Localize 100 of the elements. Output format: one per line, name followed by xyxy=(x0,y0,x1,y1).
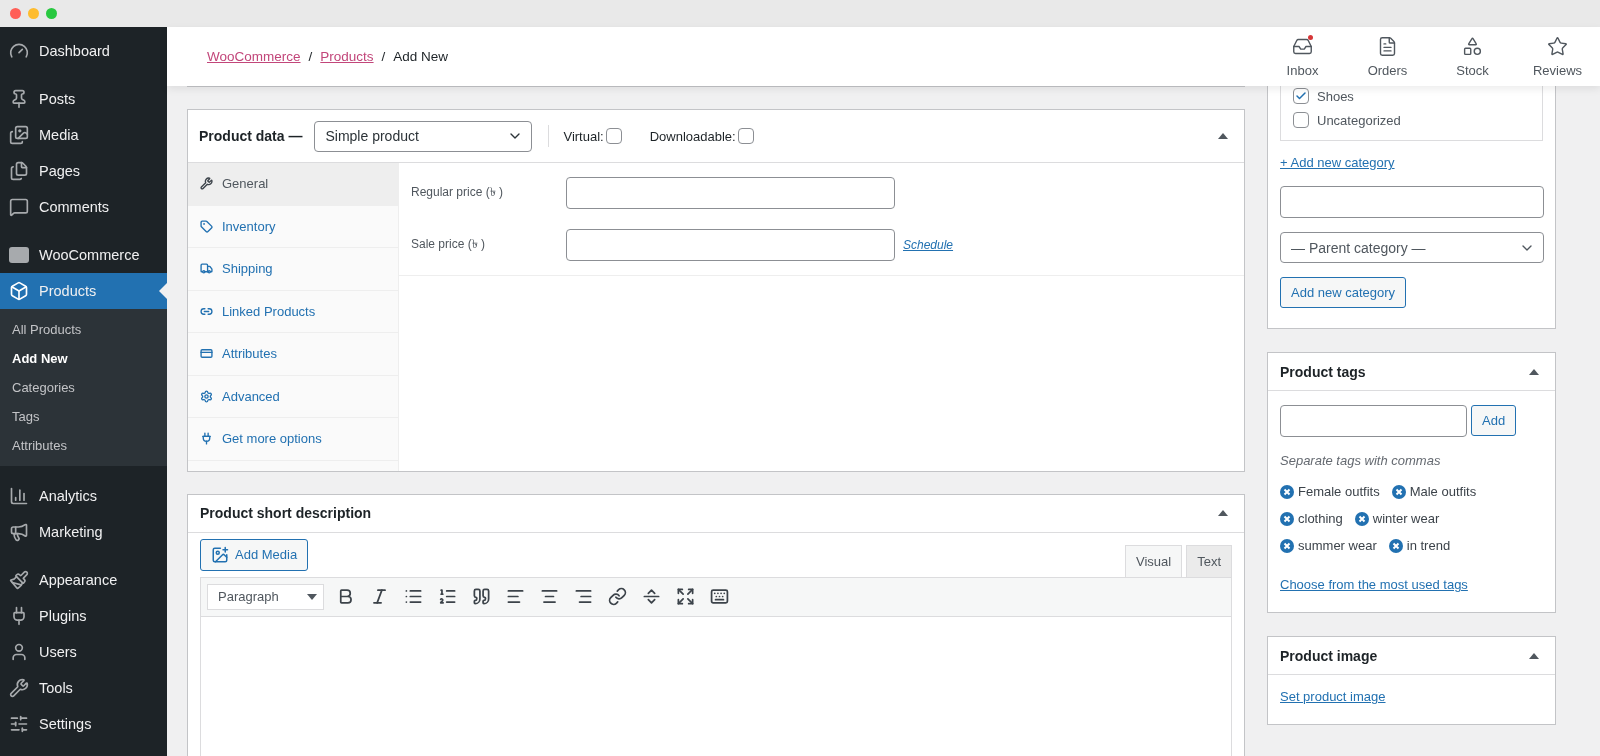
collapse-triangle-icon[interactable] xyxy=(1218,510,1228,516)
price-input[interactable] xyxy=(566,177,895,209)
schedule-link[interactable]: Schedule xyxy=(903,238,954,252)
product-data-tab[interactable]: Advanced xyxy=(188,375,398,418)
document-icon xyxy=(1377,35,1398,57)
pin-icon xyxy=(9,89,29,109)
product-data-tab[interactable]: Shipping xyxy=(188,248,398,291)
add-media-button[interactable]: Add Media xyxy=(200,538,309,571)
breadcrumb-current: Add New xyxy=(393,49,449,64)
hint-text: Separate tags with commas xyxy=(1280,453,1441,468)
parent-category-select[interactable]: — Parent category — xyxy=(1280,232,1544,263)
category-checkbox[interactable] xyxy=(1293,112,1309,128)
checkbox[interactable] xyxy=(605,128,622,144)
submenu-item[interactable]: Categories xyxy=(0,373,167,402)
add-tag-button[interactable]: Add xyxy=(1471,405,1517,436)
submenu-item[interactable]: Tags xyxy=(0,402,167,431)
sidebar-item[interactable]: Marketing xyxy=(0,514,167,550)
numbered-list-icon[interactable] xyxy=(438,587,457,606)
collapse-triangle-icon[interactable] xyxy=(1529,652,1539,659)
sidebar-item[interactable]: Appearance xyxy=(0,562,167,598)
align-right-icon[interactable] xyxy=(574,587,593,606)
remove-icon[interactable] xyxy=(1280,484,1294,499)
italic-icon[interactable] xyxy=(370,587,389,606)
truck-icon xyxy=(200,262,213,276)
media-icon xyxy=(9,125,29,145)
price-input[interactable] xyxy=(566,229,895,261)
check-icon xyxy=(1295,90,1307,102)
keyboard-icon[interactable] xyxy=(710,587,729,606)
tag-input[interactable] xyxy=(1280,405,1467,437)
sidebar-item[interactable]: Users xyxy=(0,634,167,670)
window-control-dot[interactable] xyxy=(28,8,39,19)
sidebar-item[interactable]: WooCommerce xyxy=(0,237,167,273)
remove-icon[interactable] xyxy=(1354,511,1369,526)
tag-icon xyxy=(200,219,213,233)
sidebar-item[interactable]: Posts xyxy=(0,81,167,117)
submenu-item[interactable]: Attributes xyxy=(0,431,167,460)
sidebar-item[interactable]: Products xyxy=(0,273,167,309)
fullscreen-icon[interactable] xyxy=(676,587,695,606)
plug-icon xyxy=(200,432,213,446)
quote-icon[interactable] xyxy=(472,587,491,606)
product-data-tab[interactable]: Linked Products xyxy=(188,290,398,333)
header-action-button[interactable]: Reviews xyxy=(1515,27,1600,86)
wrench-icon xyxy=(9,678,29,698)
sidebar-item[interactable]: Analytics xyxy=(0,478,167,514)
category-label: Uncategorized xyxy=(1317,112,1401,128)
window-control-dot[interactable] xyxy=(10,8,21,19)
field-label: Regular price (৳ ) xyxy=(411,184,505,201)
panel-title: Product short description xyxy=(200,505,372,521)
editor-tab[interactable]: Text xyxy=(1186,544,1232,577)
sidebar-item[interactable]: Comments xyxy=(0,189,167,225)
header-action-button[interactable]: Orders xyxy=(1345,27,1430,86)
checkbox[interactable] xyxy=(737,128,754,144)
sidebar-item[interactable]: Settings xyxy=(0,706,167,742)
wrench-icon xyxy=(200,177,213,191)
header-action-button[interactable]: Inbox xyxy=(1260,27,1345,86)
category-name-input[interactable] xyxy=(1280,186,1544,218)
most-used-tags-link[interactable]: Choose from the most used tags xyxy=(1280,577,1468,592)
collapse-triangle-icon[interactable] xyxy=(1218,133,1228,139)
tag-label: winter wear xyxy=(1372,511,1440,526)
sidebar-item[interactable]: Media xyxy=(0,117,167,153)
tag-label: summer wear xyxy=(1298,538,1377,553)
submenu-item[interactable]: Add New xyxy=(0,344,167,373)
category-checkbox[interactable] xyxy=(1293,88,1309,104)
product-data-tab[interactable]: Get more options xyxy=(188,418,398,461)
align-center-icon[interactable] xyxy=(540,587,559,606)
remove-icon[interactable] xyxy=(1280,538,1294,553)
pages-icon xyxy=(9,161,29,181)
product-type-select[interactable]: Simple product xyxy=(314,120,533,152)
read-more-icon[interactable] xyxy=(642,587,661,606)
sidebar-item[interactable]: Pages xyxy=(0,153,167,189)
breadcrumb-link[interactable]: WooCommerce xyxy=(207,49,301,64)
remove-icon[interactable] xyxy=(1391,484,1406,499)
collapse-triangle-icon[interactable] xyxy=(1529,368,1539,375)
submenu-item[interactable]: All Products xyxy=(0,315,167,344)
product-data-tab[interactable]: Inventory xyxy=(188,205,398,248)
tag-label: Male outfits xyxy=(1409,484,1477,499)
shapes-icon xyxy=(1462,35,1483,57)
product-data-tab[interactable]: General xyxy=(188,163,398,206)
add-category-link[interactable]: + Add new category xyxy=(1280,155,1395,170)
breadcrumb-link[interactable]: Products xyxy=(320,49,374,64)
star-icon xyxy=(1547,35,1568,57)
logo-icon xyxy=(9,247,29,263)
add-category-button[interactable]: Add new category xyxy=(1280,277,1407,308)
sidebar-item[interactable]: Tools xyxy=(0,670,167,706)
link-icon[interactable] xyxy=(608,587,627,606)
format-select[interactable]: Paragraph xyxy=(207,583,324,610)
caret-icon xyxy=(307,593,317,600)
align-left-icon[interactable] xyxy=(506,587,525,606)
window-control-dot[interactable] xyxy=(46,8,57,19)
product-data-tab[interactable]: Attributes xyxy=(188,333,398,376)
editor-tab[interactable]: Visual xyxy=(1124,544,1183,577)
sidebar-item[interactable]: Dashboard xyxy=(0,33,167,69)
header-action-button[interactable]: Stock xyxy=(1430,27,1515,86)
bullet-list-icon[interactable] xyxy=(404,587,423,606)
remove-icon[interactable] xyxy=(1388,538,1403,553)
tag-label: Female outfits xyxy=(1298,484,1380,499)
category-label: Shoes xyxy=(1317,88,1354,104)
sidebar-item[interactable]: Plugins xyxy=(0,598,167,634)
set-image-link[interactable]: Set product image xyxy=(1280,689,1386,704)
remove-icon[interactable] xyxy=(1280,511,1294,526)
